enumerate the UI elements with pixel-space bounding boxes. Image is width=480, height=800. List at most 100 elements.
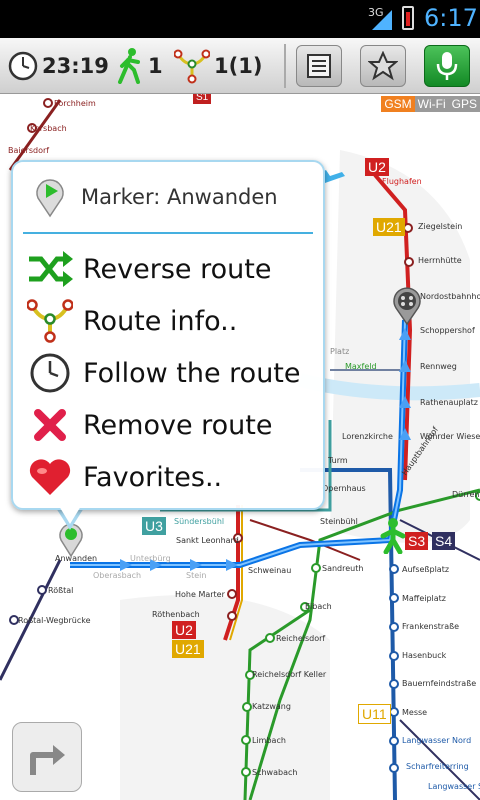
turn-arrow-icon (30, 745, 65, 775)
station-label: Sandreuth (322, 564, 364, 573)
station-label: Sankt Leonhard (176, 536, 239, 545)
follow-route-item[interactable]: Follow the route (13, 348, 323, 398)
station-label: Reichelsdorf (276, 634, 326, 643)
transfers-count: 1(1) (214, 54, 263, 78)
popup-header: Marker: Anwanden (13, 162, 323, 232)
station-label: Baiersdorf (8, 146, 50, 155)
line-badge: U21 (172, 640, 204, 658)
station-label: Herrnhütte (418, 256, 462, 265)
route-icon (27, 299, 73, 343)
star-icon (368, 51, 398, 81)
duration-text: 23:19 (42, 54, 109, 78)
station-label: Rathenauplatz (420, 398, 478, 407)
status-time: 6:17 (424, 4, 478, 32)
line-badge: S4 (432, 532, 456, 550)
popup-title: Marker: Anwanden (81, 185, 278, 209)
station-label: Turm (328, 456, 348, 465)
transfers-indicator: 1(1) (174, 46, 262, 86)
station-label: Maffeiplatz (402, 594, 446, 603)
station-label: Hohe Marter (175, 590, 225, 599)
menu-item-label: Remove route (83, 409, 273, 441)
station-label: Bauernfeindstraße (402, 679, 477, 688)
station-label: Langwasser Nord (402, 736, 472, 745)
station-label: Röthenbach (152, 610, 200, 619)
line-badge: S3 (405, 532, 429, 550)
menu-item-label: Follow the route (83, 357, 301, 389)
station-label: Hasenbuck (402, 651, 447, 660)
station-label: Katzwang (252, 702, 291, 711)
gsm-indicator: GSM (381, 96, 415, 112)
station-label: Oberasbach (93, 571, 142, 580)
station-label: Lorenzkirche (342, 432, 393, 441)
menu-item-label: Reverse route (83, 253, 272, 285)
gps-indicator: GPS (448, 96, 480, 112)
station-label: Schoppershof (420, 326, 475, 335)
remove-route-item[interactable]: Remove route (13, 400, 323, 450)
heart-icon (29, 459, 71, 495)
station-label: Limbach (252, 736, 286, 745)
station-label: Flughafen (382, 177, 422, 186)
status-bar: 3G 6:17 (0, 0, 480, 38)
route-info-item[interactable]: Route info.. (13, 296, 323, 346)
station-label: Dürrenhof (452, 490, 480, 499)
voice-search-button[interactable] (424, 45, 470, 87)
clock-icon (8, 51, 38, 81)
station-label: Rennweg (420, 362, 457, 371)
station-label: Langwasser Süd (428, 782, 480, 791)
navigation-button[interactable] (12, 722, 82, 792)
location-marker-icon (36, 179, 64, 218)
station-label: Platz (330, 347, 350, 356)
line-badge: U3 (142, 517, 166, 535)
shuffle-icon (29, 251, 73, 287)
list-icon (307, 54, 331, 78)
station-label: Schweinau (248, 566, 292, 575)
station-label: Stein (186, 571, 207, 580)
station-label: Scharfreiterring (406, 762, 469, 771)
station-label: Messe (402, 708, 428, 717)
station-label: Forchheim (54, 99, 96, 108)
walk-indicator: 1 (116, 46, 163, 86)
toolbar-divider (284, 44, 286, 88)
walking-person-icon (118, 48, 140, 84)
station-label: Steinbühl (320, 517, 358, 526)
station-label: Maxfeld (345, 362, 377, 371)
line-badge: U2 (365, 158, 389, 176)
route-icon (174, 49, 210, 84)
station-label: Eibach (305, 602, 332, 611)
station-label: Schwabach (252, 768, 298, 777)
menu-item-label: Route info.. (83, 305, 238, 337)
line-badge: U11 (358, 704, 391, 724)
wifi-indicator: Wi-Fi (414, 96, 449, 112)
favorites-item[interactable]: Favorites.. (13, 452, 323, 502)
station-label: Unterbürg (130, 554, 171, 563)
station-label: Reichelsdorf Keller (252, 670, 327, 679)
line-badge: U21 (373, 218, 405, 236)
popup-divider (23, 232, 313, 234)
line-badge: S1 (193, 94, 212, 104)
duration-indicator: 23:19 (8, 46, 109, 86)
location-sources: GSM Wi-Fi GPS (381, 96, 480, 112)
station-label: Opernhaus (322, 484, 366, 493)
reverse-route-item[interactable]: Reverse route (13, 244, 323, 294)
signal-icon (372, 10, 392, 30)
station-label: Ziegelstein (418, 222, 463, 231)
station-label: Kersbach (30, 124, 67, 133)
menu-item-label: Favorites.. (83, 461, 223, 493)
route-toolbar: 23:19 1 1(1) (0, 38, 480, 94)
route-list-button[interactable] (296, 45, 342, 87)
microphone-icon (436, 52, 458, 80)
marker-context-menu: Marker: Anwanden Reverse route Route inf… (11, 160, 325, 510)
favorites-button[interactable] (360, 45, 406, 87)
battery-icon (402, 6, 414, 30)
station-label: Sündersbühl (174, 517, 225, 526)
remove-icon (34, 409, 66, 441)
walk-count: 1 (148, 54, 163, 78)
station-label: Nordostbahnhof (420, 292, 480, 301)
popup-pointer-fill (59, 506, 81, 524)
station-label: Roßtal-Wegbrücke (18, 616, 91, 625)
walking-person-icon[interactable] (378, 518, 408, 554)
train-station-marker-icon[interactable] (390, 286, 424, 326)
station-label: Frankenstraße (402, 622, 460, 631)
clock-icon (30, 353, 70, 393)
station-label: Rößtal (48, 586, 74, 595)
